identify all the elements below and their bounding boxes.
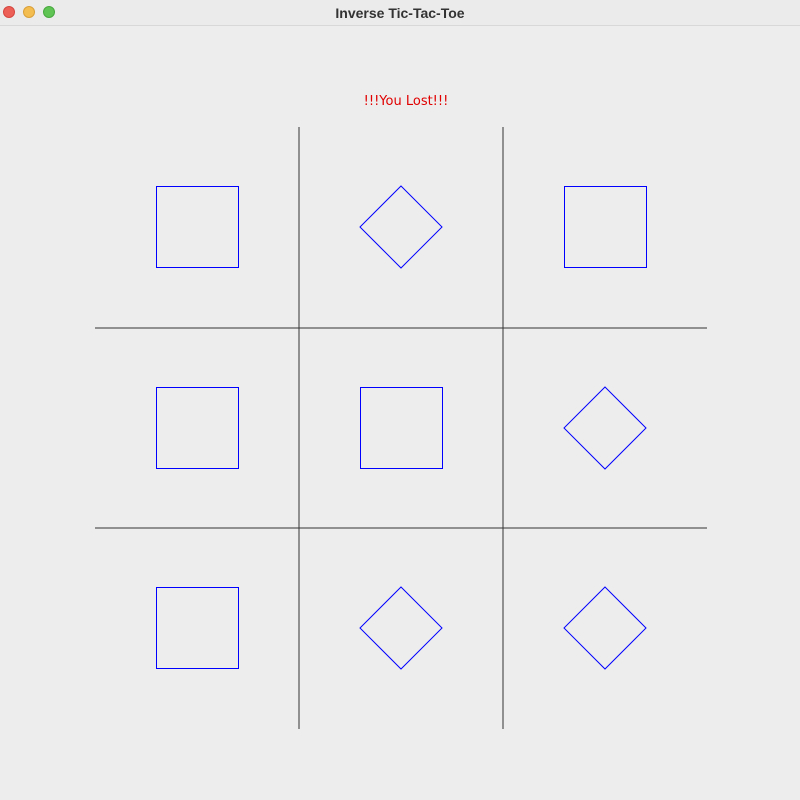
board-cell-r2-c1[interactable] (95, 328, 299, 528)
game-board (95, 127, 707, 729)
board-cell-r1-c3[interactable] (503, 127, 707, 328)
board-cell-r2-c2[interactable] (299, 328, 503, 528)
board-cell-r2-c3[interactable] (503, 328, 707, 528)
board-cell-r3-c3[interactable] (503, 528, 707, 729)
board-cell-r3-c1[interactable] (95, 528, 299, 729)
board-cell-r1-c1[interactable] (95, 127, 299, 328)
game-window: Inverse Tic-Tac-Toe !!!You Lost!!! (0, 0, 800, 800)
board-cell-r3-c2[interactable] (299, 528, 503, 729)
board-cell-r1-c2[interactable] (299, 127, 503, 328)
